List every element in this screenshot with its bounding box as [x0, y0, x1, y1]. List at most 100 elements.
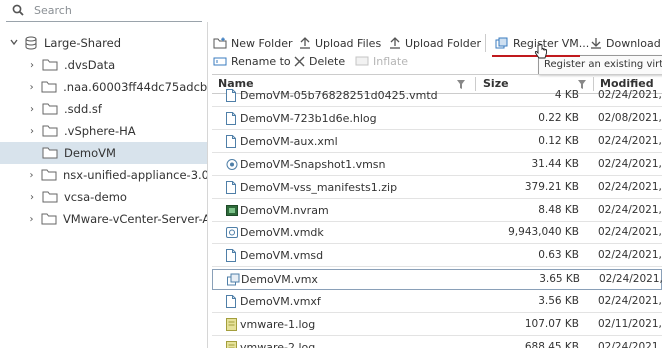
file-modified: 02/24/2021, 9 — [598, 89, 662, 101]
table-row[interactable]: DemoVM.vmsd 0.63 KB 02/24/2021, 9 — [212, 246, 662, 268]
new-folder-button[interactable]: New Folder — [213, 34, 292, 52]
table-row[interactable]: DemoVM.vmxf 3.56 KB 02/24/2021, 9 — [212, 292, 662, 314]
table-row[interactable]: DemoVM-vss_manifests1.zip 379.21 KB 02/24/… — [212, 178, 662, 199]
file-name: DemoVM-723b1d6e.hlog — [240, 111, 377, 125]
nvram-icon — [226, 204, 238, 220]
tree-node-vcsa-demo[interactable]: › vcsa-demo — [0, 186, 207, 208]
search-box[interactable] — [6, 0, 202, 22]
folder-icon — [42, 59, 58, 71]
file-modified: 02/24/2021, 9 — [598, 340, 662, 348]
rename-icon — [213, 55, 227, 67]
chevron-right-icon[interactable]: › — [26, 170, 37, 181]
file-icon — [226, 249, 236, 265]
chevron-right-icon[interactable]: › — [26, 192, 38, 203]
table-row[interactable]: vmware-2.log 688.45 KB 02/24/2021, 9 — [212, 338, 662, 348]
chevron-right-icon[interactable]: › — [26, 214, 37, 225]
file-icon — [226, 89, 236, 105]
table-row[interactable]: DemoVM-Snapshot1.vmsn 31.44 KB 02/24/2021,… — [212, 155, 662, 176]
file-size: 379.21 KB — [524, 180, 579, 193]
file-name: DemoVM-05b76828251d0425.vmtd — [240, 89, 438, 102]
folder-icon — [41, 169, 57, 181]
table-row[interactable]: DemoVM-aux.xml 0.12 KB 02/24/2021, 9 — [212, 132, 662, 153]
file-size: 9,943,040 KB — [508, 226, 579, 239]
table-row[interactable]: DemoVM.vmx 3.65 KB 02/24/2021, 9 — [212, 269, 662, 291]
chevron-down-icon[interactable] — [8, 37, 20, 50]
table-row[interactable]: DemoVM.vmdk 9,943,040 KB 02/24/2021, 9 — [212, 223, 662, 245]
table-row[interactable]: DemoVM-723b1d6e.hlog 0.22 KB 02/08/2021, 1 — [212, 109, 662, 130]
file-grid: Name Size Modified DemoVM-05b76828251d04… — [212, 74, 662, 348]
folder-icon — [42, 125, 58, 137]
file-size: 688.45 KB — [524, 340, 579, 348]
close-icon — [294, 56, 305, 67]
chevron-right-icon[interactable]: › — [26, 104, 38, 115]
file-size: 0.63 KB — [538, 249, 579, 262]
disk-icon — [226, 226, 238, 242]
file-modified: 02/24/2021, 9 — [598, 203, 662, 216]
new-folder-label: New Folder — [231, 36, 293, 50]
upload-folder-label: Upload Folder — [405, 36, 482, 50]
file-icon — [226, 134, 236, 151]
table-row[interactable]: DemoVM.nvram 8.48 KB 02/24/2021, 9 — [212, 201, 662, 222]
toolbar-separator — [485, 34, 486, 52]
tree-node-naa[interactable]: › .naa.60003ff44dc75adcb... — [0, 76, 207, 98]
hand-cursor-icon — [534, 44, 548, 63]
tree-node-vsphere-ha[interactable]: › .vSphere-HA — [0, 120, 207, 142]
search-icon — [12, 4, 24, 19]
folder-icon — [42, 147, 58, 159]
download-icon — [590, 37, 602, 49]
rename-button[interactable]: Rename to — [213, 52, 291, 70]
upload-files-label: Upload Files — [315, 36, 382, 50]
chevron-right-icon[interactable]: › — [26, 60, 38, 71]
tree-node-vcenter-server[interactable]: › VMware-vCenter-Server-A... — [0, 208, 207, 230]
upload-folder-button[interactable]: Upload Folder — [389, 34, 481, 52]
chevron-right-icon[interactable]: › — [26, 82, 37, 93]
file-modified: 02/11/2021, 6 — [598, 318, 662, 330]
file-icon — [226, 111, 236, 128]
search-input[interactable] — [34, 2, 194, 18]
table-row[interactable]: vmware-1.log 107.07 KB 02/11/2021, 6 — [212, 315, 662, 336]
tree-node-label: .sdd.sf — [64, 102, 102, 116]
file-modified: 02/24/2021, 9 — [598, 134, 662, 147]
upload-files-button[interactable]: Upload Files — [299, 34, 381, 52]
file-name: DemoVM-aux.xml — [240, 134, 338, 148]
file-size: 0.22 KB — [538, 111, 579, 124]
delete-button[interactable]: Delete — [294, 52, 345, 70]
tree-node-root[interactable]: Large-Shared — [0, 32, 207, 54]
tree-node-demovm[interactable]: DemoVM — [0, 142, 207, 164]
datastore-icon — [24, 36, 38, 50]
log-icon — [226, 340, 237, 348]
file-name: DemoVM.vmxf — [240, 295, 321, 309]
tree-node-dvsdata[interactable]: › .dvsData — [0, 54, 207, 76]
file-name: vmware-1.log — [240, 318, 316, 331]
register-vm-label: Register VM... — [513, 36, 590, 50]
file-name: DemoVM.vmdk — [240, 226, 324, 240]
rename-label: Rename to — [231, 54, 291, 68]
file-modified: 02/24/2021, 5 — [598, 180, 662, 193]
table-row[interactable]: DemoVM-05b76828251d0425.vmtd 4 KB 02/24/20… — [212, 86, 662, 107]
register-vm-tooltip: Register an existing virtual machine — [538, 55, 662, 75]
vm-icon — [227, 273, 241, 289]
tree-node-label: VMware-vCenter-Server-A... — [62, 212, 207, 226]
inflate-label: Inflate — [373, 54, 408, 68]
snapshot-icon — [226, 158, 238, 174]
file-name: DemoVM.vmx — [241, 273, 318, 287]
tree-node-label: .vSphere-HA — [64, 124, 136, 138]
chevron-right-icon[interactable]: › — [26, 126, 38, 137]
file-modified: 02/24/2021, 9 — [598, 226, 662, 239]
tree-node-label: Large-Shared — [44, 36, 121, 50]
file-size: 0.12 KB — [538, 134, 579, 147]
upload-icon — [389, 37, 401, 49]
folder-icon — [41, 81, 57, 93]
file-modified: 02/24/2021, 9 — [598, 249, 662, 262]
log-icon — [226, 318, 237, 334]
register-vm-icon — [495, 37, 509, 49]
download-button[interactable]: Download — [590, 34, 661, 52]
tree-node-label: nsx-unified-appliance-3.0... — [63, 168, 207, 182]
file-icon — [226, 180, 236, 197]
file-modified: 02/24/2021, 9 — [598, 295, 662, 308]
file-modified: 02/08/2021, 1 — [598, 111, 662, 124]
pane-divider[interactable] — [207, 22, 208, 348]
inflate-button[interactable]: Inflate — [355, 52, 408, 70]
tree-node-sdd-sf[interactable]: › .sdd.sf — [0, 98, 207, 120]
tree-node-nsx[interactable]: › nsx-unified-appliance-3.0... — [0, 164, 208, 186]
